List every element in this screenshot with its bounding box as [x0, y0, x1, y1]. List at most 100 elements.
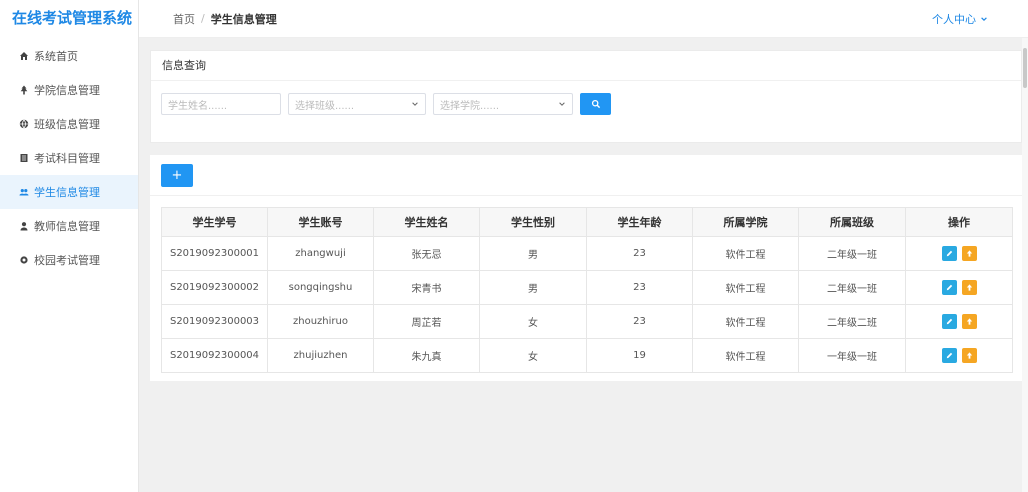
sidebar: 在线考试管理系统 系统首页 学院信息管理 班级信息管理 考试科目管理 学生信息管… [0, 0, 139, 492]
actions-cell [905, 270, 1013, 305]
chevron-down-icon [412, 102, 418, 106]
student-gender-cell: 女 [479, 304, 587, 339]
class-select[interactable]: 选择班级...... [288, 93, 426, 115]
student-name-cell: 周芷若 [373, 304, 480, 339]
column-header: 学生姓名 [373, 207, 480, 237]
sidebar-item-label: 系统首页 [34, 50, 78, 63]
globe-icon [18, 118, 30, 130]
actions-cell [905, 338, 1013, 373]
divider [150, 195, 1022, 196]
column-header: 所属学院 [692, 207, 799, 237]
table-row: S2019092300004 zhujiuzhen 朱九真 女 19 软件工程 … [161, 338, 1013, 373]
sidebar-item-subject[interactable]: 考试科目管理 [0, 141, 138, 175]
app-title: 在线考试管理系统 [12, 9, 133, 27]
student-class-cell: 二年级一班 [798, 236, 906, 271]
breadcrumb: 首页 / 学生信息管理 [173, 11, 277, 27]
student-id-cell: S2019092300003 [161, 304, 268, 339]
gear-icon [18, 254, 30, 266]
student-college-cell: 软件工程 [692, 236, 799, 271]
student-account-cell: songqingshu [267, 270, 374, 305]
college-select-placeholder: 选择学院...... [440, 100, 500, 112]
student-gender-cell: 女 [479, 338, 587, 373]
student-name-cell: 张无忌 [373, 236, 480, 271]
sidebar-item-label: 教师信息管理 [34, 220, 100, 233]
college-select[interactable]: 选择学院...... [433, 93, 573, 115]
add-student-button[interactable]: + [161, 164, 193, 187]
student-class-cell: 二年级一班 [798, 270, 906, 305]
scrollbar-thumb[interactable] [1023, 48, 1027, 88]
home-icon [18, 50, 30, 62]
query-form: 学生姓名...... 选择班级...... 选择学院...... [161, 93, 611, 115]
actions-cell [905, 304, 1013, 339]
breadcrumb-home[interactable]: 首页 [173, 11, 195, 27]
arrow-up-icon [966, 318, 972, 325]
student-account-cell: zhouzhiruo [267, 304, 374, 339]
user-center-label: 个人中心 [932, 13, 976, 26]
search-button[interactable] [580, 93, 611, 115]
sidebar-item-label: 考试科目管理 [34, 152, 100, 165]
delete-button[interactable] [961, 314, 977, 329]
student-name-placeholder: 学生姓名...... [168, 100, 228, 112]
edit-button[interactable] [941, 348, 957, 363]
arrow-up-icon [966, 250, 972, 257]
breadcrumb-separator: / [201, 12, 205, 25]
sidebar-item-class[interactable]: 班级信息管理 [0, 107, 138, 141]
delete-button[interactable] [961, 348, 977, 363]
sidebar-item-college[interactable]: 学院信息管理 [0, 73, 138, 107]
edit-button[interactable] [941, 314, 957, 329]
column-header: 学生学号 [161, 207, 268, 237]
sidebar-item-teacher[interactable]: 教师信息管理 [0, 209, 138, 243]
student-class-cell: 一年级一班 [798, 338, 906, 373]
sidebar-item-student[interactable]: 学生信息管理 [0, 175, 138, 209]
sidebar-item-home[interactable]: 系统首页 [0, 39, 138, 73]
edit-button[interactable] [941, 280, 957, 295]
breadcrumb-current: 学生信息管理 [210, 12, 277, 26]
student-id-cell: S2019092300004 [161, 338, 268, 373]
student-account-cell: zhujiuzhen [267, 338, 374, 373]
student-age-cell: 19 [586, 338, 693, 373]
student-name-input[interactable]: 学生姓名...... [161, 93, 281, 115]
student-name-cell: 宋青书 [373, 270, 480, 305]
user-center-menu[interactable]: 个人中心 [932, 0, 988, 38]
sidebar-item-exam[interactable]: 校园考试管理 [0, 243, 138, 277]
student-table: 学生学号 学生账号 学生姓名 学生性别 学生年龄 所属学院 所属班级 操作 S2… [161, 207, 1013, 373]
delete-button[interactable] [961, 246, 977, 261]
actions-cell [905, 236, 1013, 271]
column-header: 学生年龄 [586, 207, 693, 237]
column-header: 操作 [905, 207, 1013, 237]
query-panel: 信息查询 学生姓名...... 选择班级...... 选择学院...... [150, 50, 1022, 143]
sidebar-menu: 系统首页 学院信息管理 班级信息管理 考试科目管理 学生信息管理 教师信息管理 … [0, 39, 138, 277]
student-college-cell: 软件工程 [692, 270, 799, 305]
student-gender-cell: 男 [479, 270, 587, 305]
column-header: 学生性别 [479, 207, 587, 237]
pencil-icon [946, 352, 952, 359]
tree-icon [18, 84, 30, 96]
class-select-placeholder: 选择班级...... [295, 100, 355, 112]
pencil-icon [946, 250, 952, 257]
column-header: 所属班级 [798, 207, 906, 237]
student-class-cell: 二年级二班 [798, 304, 906, 339]
chevron-down-icon [559, 102, 565, 106]
student-gender-cell: 男 [479, 236, 587, 271]
student-college-cell: 软件工程 [692, 304, 799, 339]
edit-button[interactable] [941, 246, 957, 261]
student-id-cell: S2019092300002 [161, 270, 268, 305]
top-header: 首页 / 学生信息管理 个人中心 [139, 0, 1028, 38]
student-age-cell: 23 [586, 236, 693, 271]
table-header-row: 学生学号 学生账号 学生姓名 学生性别 学生年龄 所属学院 所属班级 操作 [161, 207, 1013, 237]
delete-button[interactable] [961, 280, 977, 295]
chevron-down-icon [981, 17, 987, 22]
student-age-cell: 23 [586, 270, 693, 305]
student-account-cell: zhangwuji [267, 236, 374, 271]
table-row: S2019092300001 zhangwuji 张无忌 男 23 软件工程 二… [161, 236, 1013, 271]
pencil-icon [946, 318, 952, 325]
query-panel-title: 信息查询 [151, 51, 1021, 81]
book-icon [18, 152, 30, 164]
table-row: S2019092300002 songqingshu 宋青书 男 23 软件工程… [161, 270, 1013, 305]
student-name-cell: 朱九真 [373, 338, 480, 373]
search-icon [591, 99, 600, 109]
page-scrollbar[interactable] [1022, 38, 1028, 492]
table-row: S2019092300003 zhouzhiruo 周芷若 女 23 软件工程 … [161, 304, 1013, 339]
arrow-up-icon [966, 284, 972, 291]
sidebar-item-label: 校园考试管理 [34, 254, 100, 267]
